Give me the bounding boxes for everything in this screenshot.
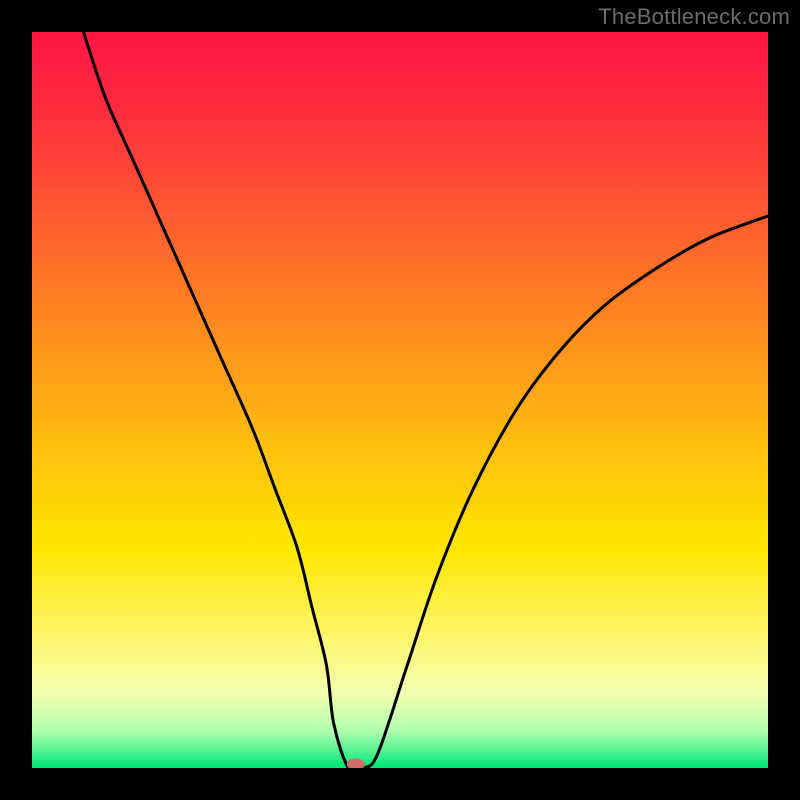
minimum-marker-icon: [347, 758, 365, 770]
watermark-text: TheBottleneck.com: [598, 4, 790, 30]
chart-frame: TheBottleneck.com: [0, 0, 800, 800]
bottleneck-chart: [0, 0, 800, 800]
plot-background: [32, 32, 768, 768]
